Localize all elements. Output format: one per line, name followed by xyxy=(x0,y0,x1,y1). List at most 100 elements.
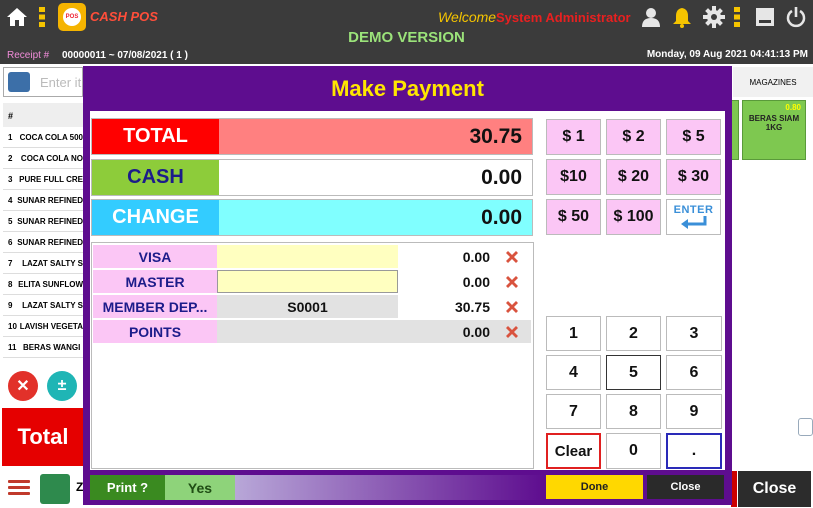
member-ref-value[interactable]: S0001 xyxy=(217,295,398,318)
cart-row[interactable]: 11 BERAS WANGI xyxy=(3,337,83,358)
cart-row-number: 3 xyxy=(8,174,13,184)
payment-method-master[interactable]: MASTER 0.00 xyxy=(93,270,531,293)
cart-row[interactable]: 9 LAZAT SALTY S xyxy=(3,295,83,316)
quick-amount-5-button[interactable]: $ 5 xyxy=(666,119,721,155)
bell-icon[interactable] xyxy=(671,5,693,29)
app-logo-text: POS xyxy=(63,8,81,26)
payment-method-member-deposit[interactable]: MEMBER DEP... S0001 30.75 xyxy=(93,295,531,318)
quick-amount-100-button[interactable]: $ 100 xyxy=(606,199,661,235)
remove-visa-icon[interactable] xyxy=(493,245,531,268)
welcome-user-name: System Administrator xyxy=(496,10,631,25)
keypad-7-button[interactable]: 7 xyxy=(546,394,601,429)
gear-icon[interactable] xyxy=(703,5,725,29)
keypad-1-button[interactable]: 1 xyxy=(546,316,601,351)
cart-row-number: 1 xyxy=(8,132,13,142)
cash-row[interactable]: CASH 0.00 xyxy=(91,159,533,196)
visa-ref-input[interactable] xyxy=(217,245,398,268)
item-search-placeholder: Enter it xyxy=(40,75,82,90)
keypad-3-button[interactable]: 3 xyxy=(666,316,722,351)
cart-row[interactable]: 3 PURE FULL CRE xyxy=(3,169,83,190)
print-label: Print ? xyxy=(106,480,149,495)
dialog-title: Make Payment xyxy=(331,76,484,101)
power-icon[interactable] xyxy=(785,5,807,29)
delete-item-icon[interactable]: ✕ xyxy=(8,371,38,401)
cash-label: CASH xyxy=(92,160,219,195)
points-amount[interactable]: 0.00 xyxy=(398,320,493,343)
cart-row-number: 5 xyxy=(8,216,13,226)
remove-points-icon[interactable] xyxy=(493,320,531,343)
cart-row[interactable]: 5 SUNAR REFINED xyxy=(3,211,83,232)
cart-row-name: LAZAT SALTY S xyxy=(22,258,83,268)
menu-icon[interactable] xyxy=(8,477,30,499)
total-row: TOTAL 30.75 xyxy=(91,118,533,155)
points-ref-value[interactable] xyxy=(217,320,398,343)
cash-input[interactable]: 0.00 xyxy=(219,160,532,195)
total-value: 30.75 xyxy=(219,119,532,154)
quick-amount-30-button[interactable]: $ 30 xyxy=(666,159,721,195)
enter-button[interactable]: ENTER xyxy=(666,199,721,235)
keypad-0-button[interactable]: 0 xyxy=(606,433,661,469)
keypad-2-button[interactable]: 2 xyxy=(606,316,661,351)
datetime: Monday, 09 Aug 2021 04:41:13 PM xyxy=(646,49,808,60)
product-tile[interactable]: 0.80 BERAS SIAM 1KG xyxy=(742,100,806,160)
keypad-4-button[interactable]: 4 xyxy=(546,355,601,390)
keypad-8-button[interactable]: 8 xyxy=(606,394,661,429)
cart-row[interactable]: 6 SUNAR REFINED xyxy=(3,232,83,253)
product-tile-name: BERAS SIAM 1KG xyxy=(748,114,800,132)
payment-method-points[interactable]: POINTS 0.00 xyxy=(93,320,531,343)
cart-row[interactable]: 10 LAVISH VEGETA xyxy=(3,316,83,337)
cart-row-name: LAZAT SALTY S xyxy=(22,300,83,310)
product-tile-partial[interactable] xyxy=(731,100,739,160)
change-label: CHANGE xyxy=(92,200,219,235)
close-button[interactable]: Close xyxy=(647,475,724,499)
quick-amount-50-button[interactable]: $ 50 xyxy=(546,199,601,235)
remove-master-icon[interactable] xyxy=(493,270,531,293)
item-search-input[interactable]: Enter it xyxy=(3,67,83,97)
welcome-label: Welcome xyxy=(438,9,497,25)
cashier-avatar xyxy=(40,474,70,504)
cart-row-name: COCA COLA 500 xyxy=(19,132,83,142)
change-row: CHANGE 0.00 xyxy=(91,199,533,236)
cart-row[interactable]: 8 ELITA SUNFLOW xyxy=(3,274,83,295)
background-total-label: Total xyxy=(2,408,84,466)
cart-table: # 1 COCA COLA 500 2 COCA COLA NO 3 PURE FULL … xyxy=(3,103,83,358)
keypad-9-button[interactable]: 9 xyxy=(666,394,722,429)
quick-amount-2-button[interactable]: $ 2 xyxy=(606,119,661,155)
cart-row-name: BERAS WANGI xyxy=(23,342,81,352)
footer-gradient xyxy=(235,475,545,500)
user-icon[interactable] xyxy=(640,5,662,29)
vertical-dots-icon-right[interactable] xyxy=(733,5,741,29)
cart-row-name: SUNAR REFINED xyxy=(17,216,83,226)
keypad-decimal-button[interactable]: . xyxy=(666,433,722,469)
plus-minus-icon[interactable]: ± xyxy=(47,371,77,401)
master-ref-input[interactable] xyxy=(217,270,398,293)
side-remote-icon[interactable] xyxy=(798,418,813,436)
visa-amount[interactable]: 0.00 xyxy=(398,245,493,268)
minimize-icon[interactable] xyxy=(755,5,775,29)
vertical-dots-icon[interactable] xyxy=(38,5,46,29)
keypad-clear-button[interactable]: Clear xyxy=(546,433,601,469)
quick-amount-1-button[interactable]: $ 1 xyxy=(546,119,601,155)
done-button[interactable]: Done xyxy=(546,475,643,499)
cart-row[interactable]: 4 SUNAR REFINED xyxy=(3,190,83,211)
app-logo: POS xyxy=(58,3,86,31)
cart-row-name: SUNAR REFINED xyxy=(17,237,83,247)
cart-row[interactable]: 1 COCA COLA 500 xyxy=(3,127,83,148)
home-icon[interactable] xyxy=(6,5,28,29)
keypad-6-button[interactable]: 6 xyxy=(666,355,722,390)
category-tab-magazines[interactable]: MAGAZINES xyxy=(733,67,813,97)
master-amount[interactable]: 0.00 xyxy=(398,270,493,293)
payment-method-label: VISA xyxy=(93,245,217,268)
member-amount[interactable]: 30.75 xyxy=(398,295,493,318)
print-yes-button[interactable]: Yes xyxy=(165,475,235,500)
quick-amount-20-button[interactable]: $ 20 xyxy=(606,159,661,195)
cart-row-number: 10 xyxy=(8,321,17,331)
payment-method-visa[interactable]: VISA 0.00 xyxy=(93,245,531,268)
quick-amount-10-button[interactable]: $10 xyxy=(546,159,601,195)
background-close-button[interactable]: Close xyxy=(738,471,811,507)
enter-arrow-icon xyxy=(680,216,706,229)
remove-member-icon[interactable] xyxy=(493,295,531,318)
cart-row[interactable]: 2 COCA COLA NO xyxy=(3,148,83,169)
keypad-5-button[interactable]: 5 xyxy=(606,355,661,390)
cart-row[interactable]: 7 LAZAT SALTY S xyxy=(3,253,83,274)
